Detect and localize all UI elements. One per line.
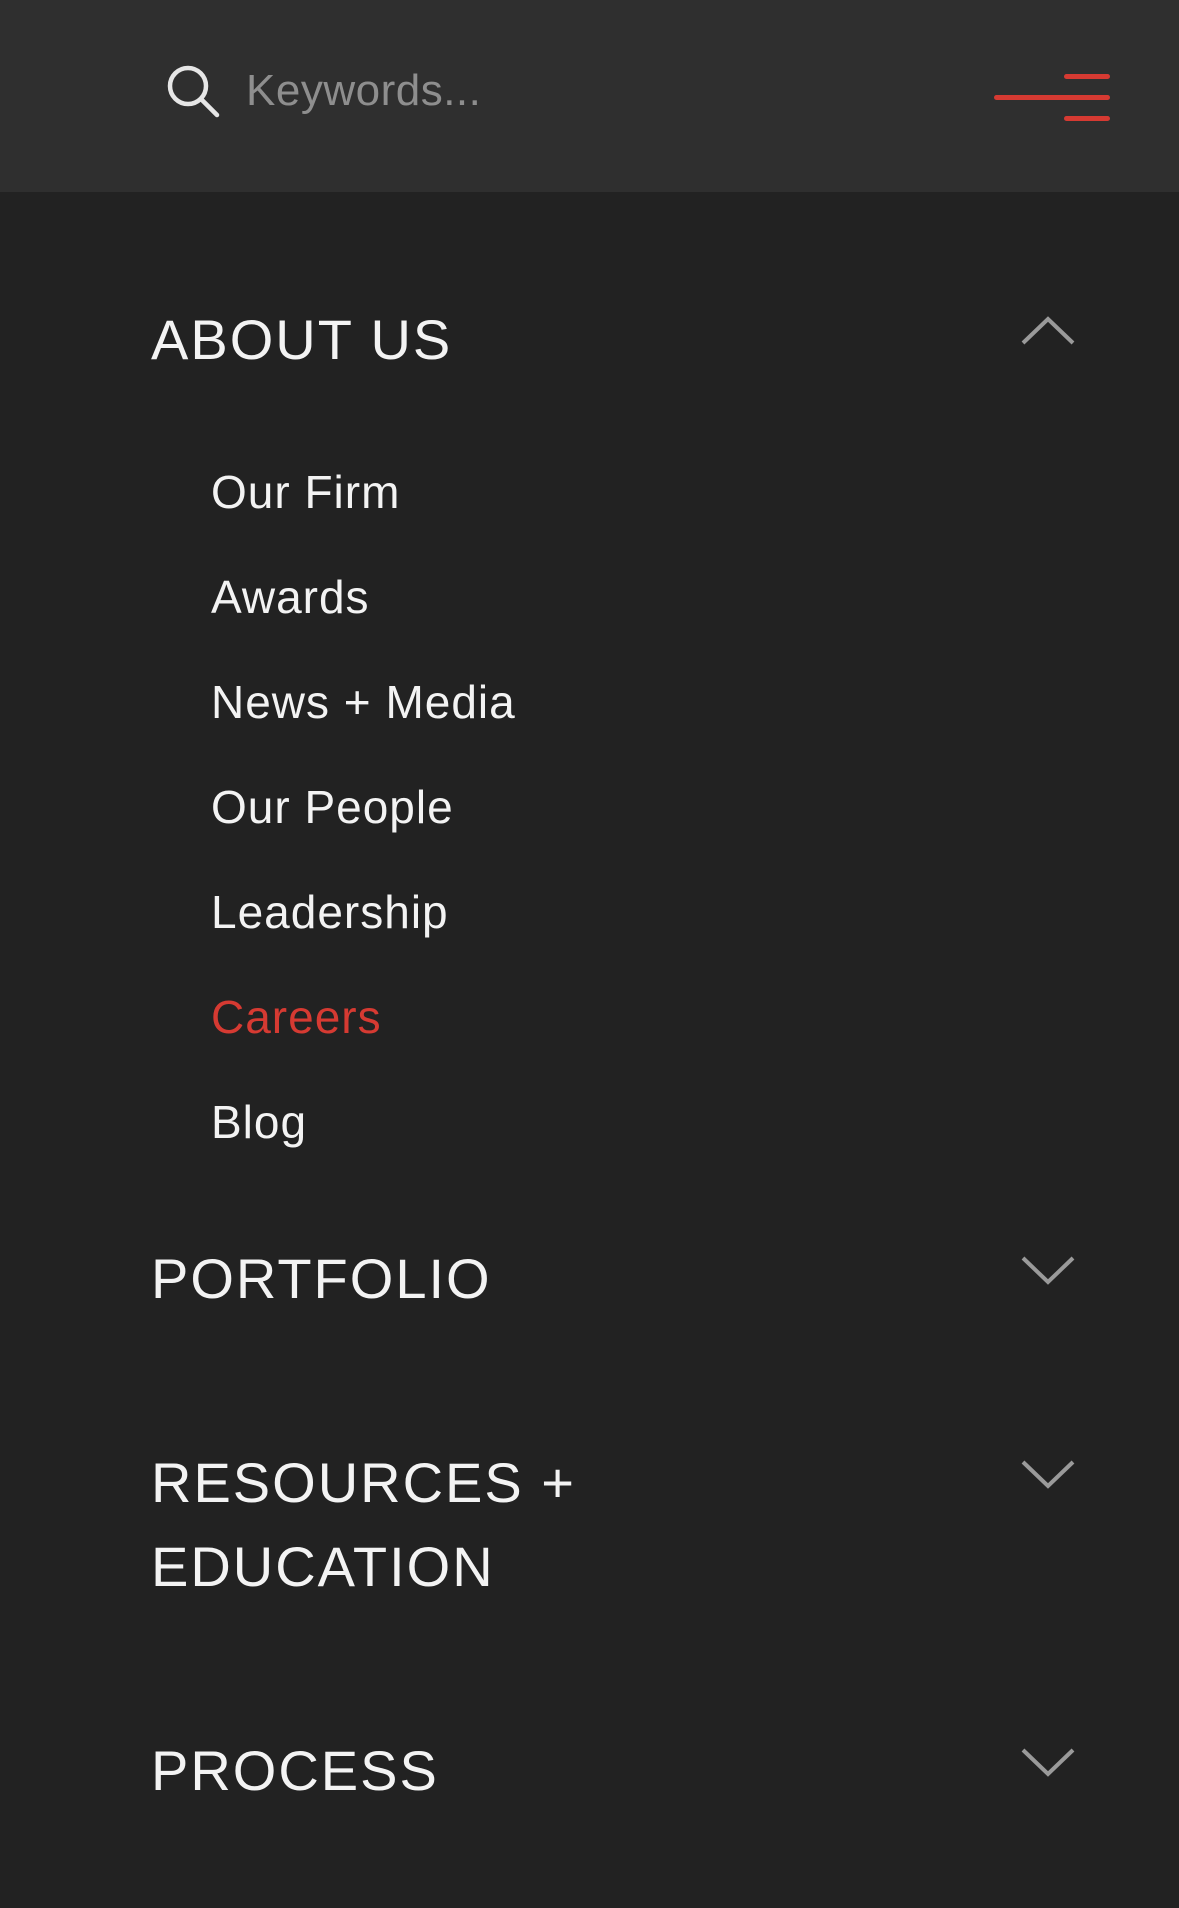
hamburger-menu-icon-bar (1064, 116, 1110, 121)
chevron-down-icon[interactable] (1020, 1747, 1076, 1779)
section-title-line: RESOURCES + (151, 1451, 576, 1514)
search-input[interactable] (246, 56, 846, 126)
section-title-process[interactable]: PROCESS (151, 1729, 911, 1813)
section-title-resources-education[interactable]: RESOURCES + EDUCATION (151, 1441, 911, 1609)
sidebar-item-careers[interactable]: Careers (211, 987, 382, 1047)
sidebar-item-leadership[interactable]: Leadership (211, 882, 449, 942)
top-bar (0, 0, 1179, 192)
sidebar-item-our-firm[interactable]: Our Firm (211, 462, 400, 522)
section-title-line: EDUCATION (151, 1535, 495, 1598)
chevron-down-icon[interactable] (1020, 1459, 1076, 1491)
hamburger-menu-icon (1064, 74, 1110, 79)
chevron-down-icon[interactable] (1020, 1255, 1076, 1287)
section-title-about-us[interactable]: ABOUT US (151, 298, 911, 382)
chevron-up-icon[interactable] (1020, 314, 1076, 346)
hamburger-menu-icon-bar (994, 95, 1110, 100)
hamburger-menu-button[interactable] (990, 70, 1120, 126)
sidebar-item-awards[interactable]: Awards (211, 567, 370, 627)
sidebar-item-news-media[interactable]: News + Media (211, 672, 516, 732)
sidebar-item-blog[interactable]: Blog (211, 1092, 307, 1152)
search-icon[interactable] (166, 64, 220, 118)
section-title-portfolio[interactable]: PORTFOLIO (151, 1237, 911, 1321)
sidebar-item-our-people[interactable]: Our People (211, 777, 454, 837)
